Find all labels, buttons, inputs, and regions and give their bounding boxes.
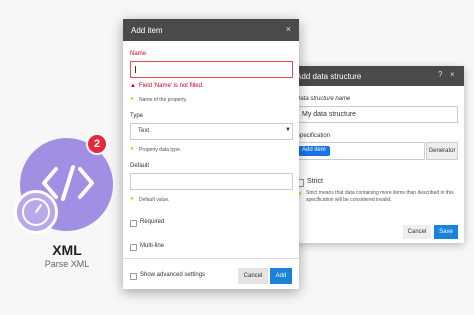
save-button[interactable]: Save: [434, 225, 458, 239]
add-item-dialog: Add item × Name ▲ Field 'Name' is not fi…: [123, 19, 299, 289]
add-button[interactable]: Add: [270, 268, 292, 284]
multiline-label: Multi-line: [140, 243, 165, 249]
module-badge: 2: [86, 133, 108, 155]
dialog-header: Add item ×: [123, 19, 299, 41]
type-label: Type: [130, 113, 144, 119]
type-hint: Property data type.: [139, 147, 182, 153]
help-icon[interactable]: ?: [438, 70, 442, 79]
multiline-checkbox[interactable]: [130, 244, 137, 251]
close-icon[interactable]: ×: [450, 70, 455, 79]
generator-button[interactable]: Generator: [426, 142, 458, 160]
lightbulb-icon: ●: [130, 96, 134, 102]
default-hint: Default value.: [139, 197, 170, 203]
lightbulb-icon: ●: [130, 146, 134, 152]
type-select[interactable]: Text: [130, 123, 293, 140]
strict-label: Strict: [307, 178, 323, 185]
data-structure-name-input[interactable]: My data structure: [296, 106, 458, 123]
field-label: Data structure name: [296, 96, 351, 102]
cancel-button[interactable]: Cancel: [403, 225, 431, 239]
cancel-button[interactable]: Cancel: [238, 268, 268, 284]
clock-icon[interactable]: [14, 190, 58, 234]
dialog-title: Add item: [131, 25, 163, 35]
add-data-structure-dialog: Add data structure ? × Data structure na…: [286, 66, 464, 243]
default-label: Default: [130, 163, 150, 169]
required-checkbox[interactable]: [130, 220, 137, 227]
name-label: Name: [130, 51, 147, 57]
add-item-button[interactable]: Add item: [298, 146, 330, 156]
field-label: Specification: [296, 133, 331, 139]
required-label: Required: [140, 219, 165, 225]
close-icon[interactable]: ×: [286, 24, 291, 34]
warning-icon: ▲: [130, 83, 136, 89]
strict-hint: Strict means that data containing more i…: [306, 190, 454, 204]
name-error: Field 'Name' is not filled.: [139, 83, 204, 89]
text-caret: [135, 66, 136, 73]
lightbulb-icon: ●: [130, 196, 134, 202]
module-subtitle: Parse XML: [44, 259, 90, 269]
module-name: XML: [52, 242, 82, 258]
dialog-title: Add data structure: [296, 71, 362, 81]
name-input[interactable]: [130, 61, 293, 78]
footer-divider: [123, 258, 299, 259]
name-hint: Name of the property.: [139, 97, 187, 103]
chevron-down-icon: ▼: [285, 127, 291, 133]
dialog-header: Add data structure ? ×: [286, 66, 464, 86]
advanced-settings-checkbox[interactable]: [130, 273, 137, 280]
default-input[interactable]: [130, 173, 293, 190]
advanced-settings-label: Show advanced settings: [140, 272, 206, 278]
